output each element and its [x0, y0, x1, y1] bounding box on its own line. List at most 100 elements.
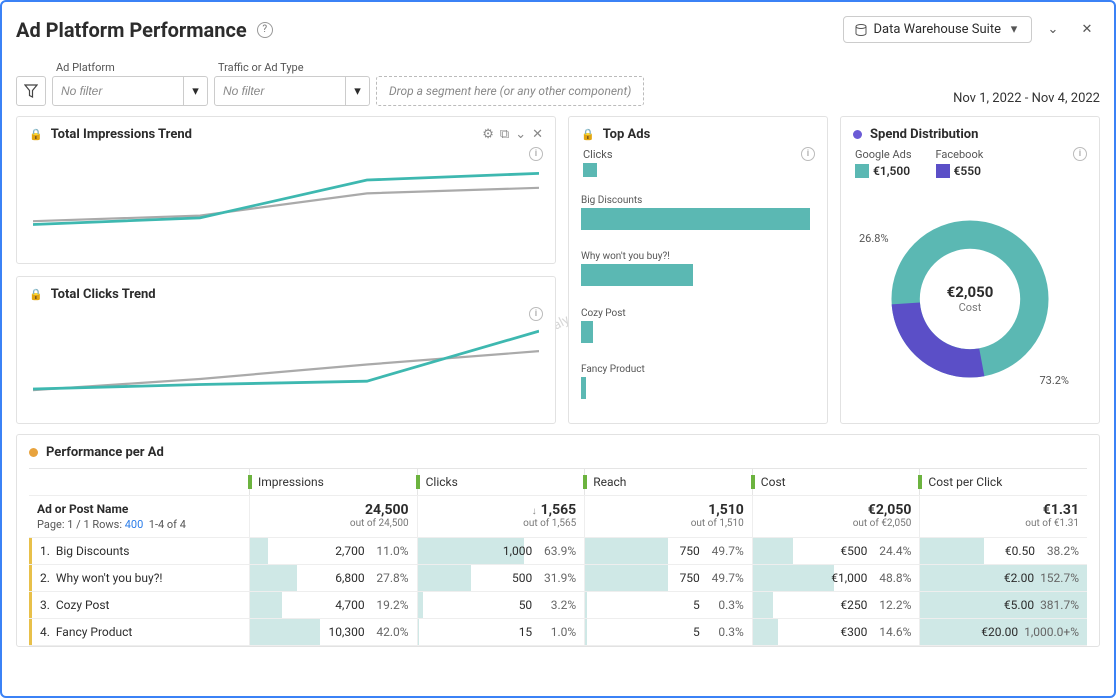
- chevron-down-icon: ⌄: [1048, 22, 1059, 37]
- total-sub: out of €1.31: [928, 518, 1079, 529]
- bar-label: Why won't you buy?!: [581, 251, 815, 262]
- cell-pct: 31.9%: [538, 571, 576, 585]
- row-metric: 503.2%: [417, 592, 585, 618]
- panel-impressions-trend: 🔒 Total Impressions Trend ⚙ ⧉ ⌄ ✕ i: [16, 116, 556, 264]
- total-value: 1,510: [593, 502, 744, 518]
- cell-value: 5: [693, 625, 700, 639]
- date-range[interactable]: Nov 1, 2022 - Nov 4, 2022: [953, 91, 1100, 106]
- bar-fill: [581, 377, 586, 399]
- row-metric: 50031.9%: [417, 565, 585, 591]
- table-row[interactable]: 1. Big Discounts 2,70011.0% 1,00063.9% 7…: [29, 538, 1087, 565]
- total-sub: out of 24,500: [258, 518, 409, 529]
- cell-pct: 1,000.0+%: [1024, 625, 1079, 639]
- bar-track: [581, 264, 815, 286]
- close-icon: ✕: [1082, 22, 1093, 37]
- segment-drop-zone[interactable]: Drop a segment here (or any other compon…: [376, 76, 644, 106]
- col-header[interactable]: Impressions: [249, 469, 417, 495]
- info-icon[interactable]: i: [529, 307, 543, 321]
- row-name: 4. Fancy Product: [29, 619, 249, 645]
- chevron-down-icon[interactable]: ⌄: [515, 127, 526, 142]
- cell-value: 750: [680, 544, 700, 558]
- bar-row: Cozy Post: [581, 308, 815, 343]
- table-row[interactable]: 2. Why won't you buy?! 6,80027.8% 50031.…: [29, 565, 1087, 592]
- cell-pct: 49.7%: [706, 571, 744, 585]
- total-value: 24,500: [258, 502, 409, 518]
- col-header[interactable]: Cost: [752, 469, 920, 495]
- cell-value: 4,700: [335, 598, 364, 612]
- row-metric: 50.3%: [584, 619, 752, 645]
- page-range: 1-4 of 4: [149, 518, 186, 531]
- row-metric: €5.00381.7%: [919, 592, 1087, 618]
- row-metric: €1,00048.8%: [752, 565, 920, 591]
- legend-name: Facebook: [936, 148, 984, 161]
- cell-value: 5: [693, 598, 700, 612]
- database-icon: [854, 23, 868, 37]
- filter-ad-platform-field[interactable]: [53, 84, 183, 98]
- line-chart-impressions: [29, 142, 543, 253]
- rows-link[interactable]: 400: [125, 518, 144, 531]
- cell-value: 10,300: [329, 625, 365, 639]
- col-header[interactable]: Cost per Click: [919, 469, 1087, 495]
- help-icon[interactable]: ?: [257, 22, 273, 38]
- chart-legend: Clicks: [581, 142, 815, 163]
- info-icon[interactable]: i: [529, 147, 543, 161]
- bar-fill: [581, 208, 810, 230]
- chevron-down-icon: ▾: [354, 84, 361, 99]
- bar-fill: [581, 264, 693, 286]
- row-metric: €30014.6%: [752, 619, 920, 645]
- row-name: 3. Cozy Post: [29, 592, 249, 618]
- legend-name: Google Ads: [855, 148, 912, 161]
- filter-traffic-type-field[interactable]: [215, 84, 345, 98]
- cell-pct: 14.6%: [873, 625, 911, 639]
- legend-swatch: [936, 164, 950, 178]
- bar-row: Big Discounts: [581, 195, 815, 230]
- total-sub: out of 1,510: [593, 518, 744, 529]
- info-icon[interactable]: i: [801, 147, 815, 161]
- table-row[interactable]: 3. Cozy Post 4,700 19.2% 503.2% 5 0.3% €25…: [29, 592, 1087, 619]
- close-button[interactable]: ✕: [1074, 17, 1100, 43]
- table-row[interactable]: 4. Fancy Product 10,30042.0% 151.0% 50.3…: [29, 619, 1087, 646]
- close-icon[interactable]: ✕: [532, 127, 543, 142]
- panel-spend-distribution: Spend Distribution i Google Ads €1,500 F…: [840, 116, 1100, 424]
- cell-pct: 19.2%: [371, 598, 409, 612]
- row-metric: €50024.4%: [752, 538, 920, 564]
- copy-icon[interactable]: ⧉: [500, 127, 509, 142]
- row-metric: 5 0.3%: [584, 592, 752, 618]
- page-header: Ad Platform Performance ? Data Warehouse…: [16, 14, 1100, 51]
- panel-top-ads: 🔒 Top Ads i Clicks Big Discounts Why won…: [568, 116, 828, 424]
- cell-pct: 1.0%: [538, 625, 576, 639]
- filter-label: Traffic or Ad Type: [214, 61, 370, 74]
- row-name: 1. Big Discounts: [29, 538, 249, 564]
- donut-pct-label: 73.2%: [1039, 374, 1069, 387]
- filter-traffic-type-input[interactable]: ▾: [214, 76, 370, 106]
- filter-ad-platform-input[interactable]: ▾: [52, 76, 208, 106]
- cell-pct: 152.7%: [1040, 571, 1079, 585]
- sort-down-icon[interactable]: ↓: [532, 506, 537, 517]
- row-metric: €25012.2%: [752, 592, 920, 618]
- panel-indicator-icon: [29, 448, 38, 457]
- info-icon[interactable]: i: [1073, 147, 1087, 161]
- cell-pct: 24.4%: [873, 544, 911, 558]
- cell-value: €20.00: [981, 625, 1018, 639]
- cell-pct: 48.8%: [873, 571, 911, 585]
- filter-dropdown-toggle[interactable]: ▾: [183, 77, 207, 105]
- col-header[interactable]: Clicks: [417, 469, 585, 495]
- bar-track: [581, 208, 815, 230]
- donut-pct-label: 26.8%: [859, 232, 889, 245]
- cell-pct: 49.7%: [706, 544, 744, 558]
- filter-ad-platform: Ad Platform ▾: [52, 61, 208, 106]
- row-metric: 10,30042.0%: [249, 619, 417, 645]
- lock-icon: 🔒: [29, 288, 43, 301]
- collapse-button[interactable]: ⌄: [1040, 17, 1066, 43]
- col-header[interactable]: Reach: [584, 469, 752, 495]
- cell-pct: 63.9%: [538, 544, 576, 558]
- line-chart-clicks: [29, 302, 543, 413]
- total-value: €1.31: [928, 502, 1079, 518]
- panel-indicator-icon: [853, 130, 862, 139]
- gear-icon[interactable]: ⚙: [482, 127, 494, 142]
- cell-pct: 0.3%: [706, 598, 744, 612]
- filter-dropdown-toggle[interactable]: ▾: [345, 77, 369, 105]
- cell-value: €2.00: [1004, 571, 1034, 585]
- filter-settings-button[interactable]: [16, 76, 46, 106]
- data-suite-selector[interactable]: Data Warehouse Suite ▾: [843, 16, 1033, 43]
